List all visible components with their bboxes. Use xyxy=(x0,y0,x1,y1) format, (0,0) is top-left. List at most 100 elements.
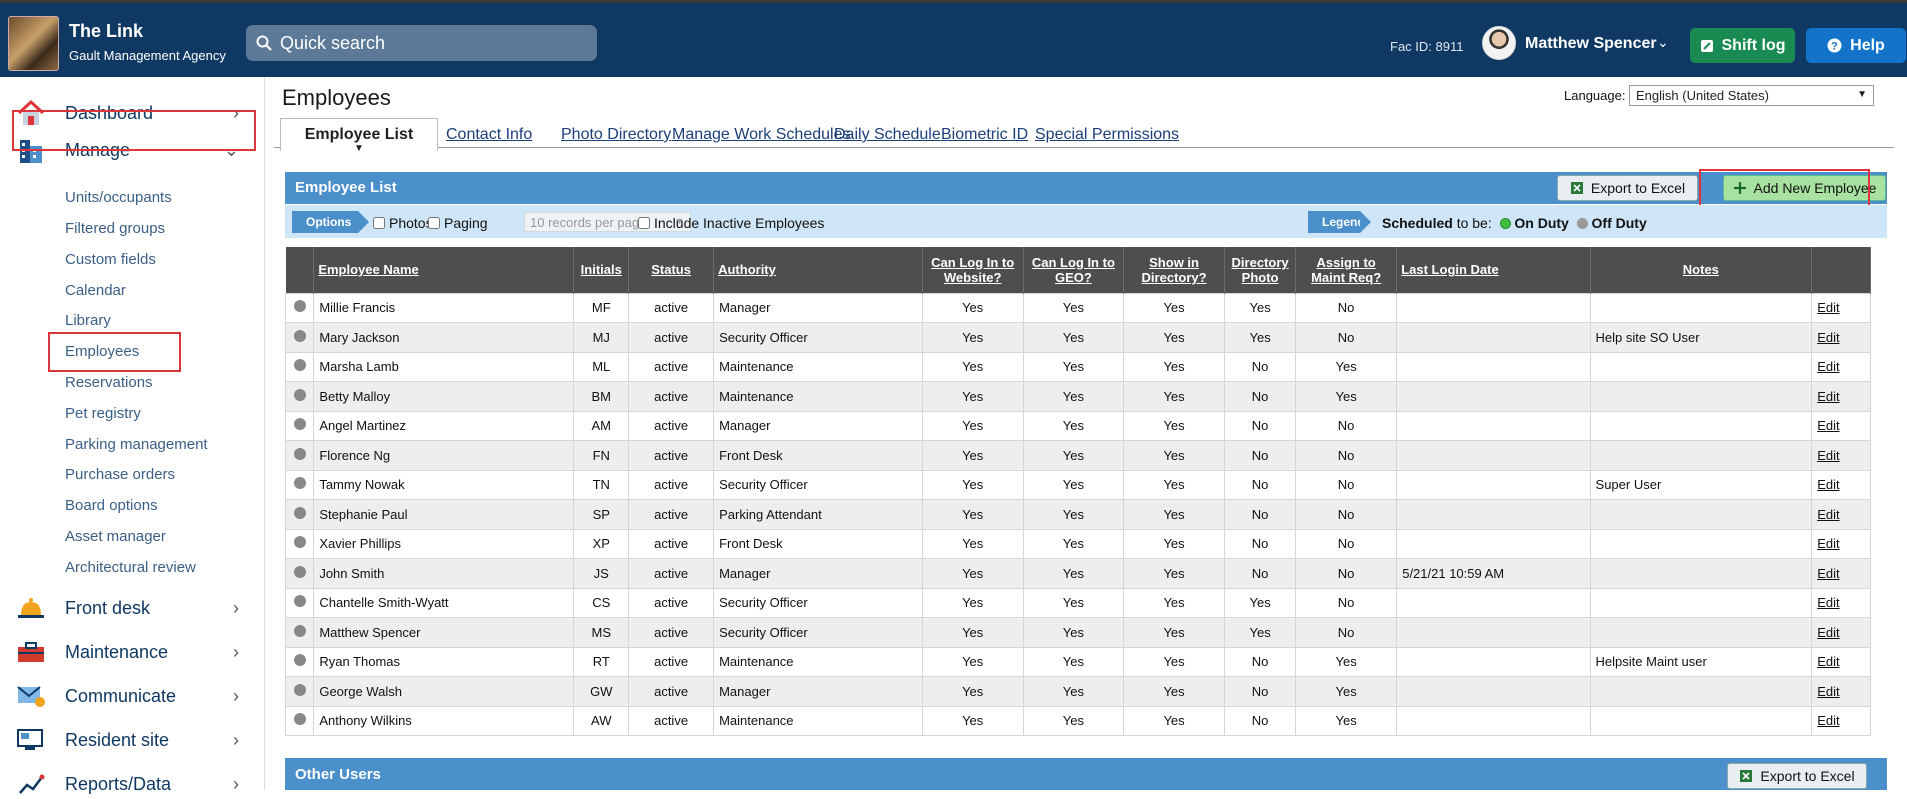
sidebar-item-communicate[interactable]: Communicate › xyxy=(16,681,241,711)
table-cell xyxy=(1396,676,1591,707)
include-inactive-checkbox[interactable]: Include Inactive Employees xyxy=(638,215,824,231)
off-duty-dot-icon xyxy=(293,359,306,372)
edit-link[interactable]: Edit xyxy=(1811,676,1871,707)
sidebar-sub-reservations[interactable]: Reservations xyxy=(65,374,153,391)
col-employee-name[interactable]: Employee Name xyxy=(313,247,575,293)
col-initials[interactable]: Initials xyxy=(573,247,630,293)
tab-contact-info[interactable]: Contact Info xyxy=(446,126,532,144)
edit-link[interactable]: Edit xyxy=(1811,469,1871,500)
sidebar-sub-library[interactable]: Library xyxy=(65,312,111,329)
photos-checkbox[interactable]: Photos xyxy=(373,215,433,231)
table-cell: active xyxy=(628,381,715,412)
sidebar-sub-calendar[interactable]: Calendar xyxy=(65,282,126,299)
table-row: Chantelle Smith-Wyatt CS active Security Of… xyxy=(284,587,1871,618)
tab-biometric-id[interactable]: Biometric ID xyxy=(941,126,1028,144)
table-cell: No xyxy=(1224,528,1297,559)
language-select[interactable]: English (United States) ▼ xyxy=(1629,85,1874,106)
table-cell: Yes xyxy=(921,499,1024,530)
table-cell: Yes xyxy=(921,617,1024,648)
edit-link[interactable]: Edit xyxy=(1811,617,1871,648)
sidebar-item-reports[interactable]: Reports/Data › xyxy=(16,769,241,799)
tab-special-permissions[interactable]: Special Permissions xyxy=(1035,126,1179,144)
export-to-excel-button[interactable]: Export to Excel xyxy=(1557,175,1698,201)
col-notes[interactable]: Notes xyxy=(1590,247,1813,293)
table-cell: Yes xyxy=(1122,617,1226,648)
edit-link[interactable]: Edit xyxy=(1811,351,1871,382)
tab-photo-directory[interactable]: Photo Directory xyxy=(561,126,671,144)
sidebar-item-front-desk[interactable]: Front desk › xyxy=(16,593,241,623)
sidebar-label: Maintenance xyxy=(65,641,169,662)
edit-link[interactable]: Edit xyxy=(1811,558,1871,589)
table-cell: Security Officer xyxy=(713,469,923,500)
sidebar-sub-purchase-orders[interactable]: Purchase orders xyxy=(65,466,175,483)
col-status[interactable]: Status xyxy=(628,247,715,293)
off-duty-dot-icon xyxy=(293,536,306,549)
table-cell: Yes xyxy=(1122,292,1226,323)
include-inactive-input[interactable] xyxy=(638,217,650,229)
table-cell: AM xyxy=(573,410,630,441)
sidebar-sub-custom-fields[interactable]: Custom fields xyxy=(65,251,156,268)
sidebar-sub-board-options[interactable]: Board options xyxy=(65,497,158,514)
table-cell: FN xyxy=(573,440,630,471)
col-directory[interactable]: Show in Directory? xyxy=(1123,247,1226,293)
table-cell: No xyxy=(1224,646,1297,677)
paging-checkbox[interactable]: Paging xyxy=(428,215,488,231)
user-name-menu[interactable]: Matthew Spencer xyxy=(1525,35,1657,53)
edit-link[interactable]: Edit xyxy=(1811,440,1871,471)
off-duty-dot-icon xyxy=(293,388,306,401)
edit-link[interactable]: Edit xyxy=(1811,499,1871,530)
sidebar-sub-filtered-groups[interactable]: Filtered groups xyxy=(65,220,165,237)
other-export-to-excel-button[interactable]: Export to Excel xyxy=(1727,763,1867,789)
chevron-right-icon: › xyxy=(233,641,239,662)
table-cell: Yes xyxy=(1022,351,1124,382)
sidebar-label: Communicate xyxy=(65,685,177,706)
app-logo[interactable] xyxy=(8,16,59,71)
col-last-login[interactable]: Last Login Date xyxy=(1396,247,1591,293)
edit-link[interactable]: Edit xyxy=(1811,292,1871,323)
table-cell: TN xyxy=(573,469,630,500)
sidebar-sub-pet-registry[interactable]: Pet registry xyxy=(65,405,141,422)
table-cell: Maintenance xyxy=(713,705,923,736)
edit-link[interactable]: Edit xyxy=(1811,528,1871,559)
table-cell: Yes xyxy=(1122,646,1226,677)
sidebar-sub-asset-manager[interactable]: Asset manager xyxy=(65,528,166,545)
edit-link[interactable]: Edit xyxy=(1811,587,1871,618)
table-cell xyxy=(1396,292,1591,323)
chevron-right-icon: › xyxy=(233,597,239,618)
highlight-box-manage xyxy=(12,110,256,151)
sidebar-sub-architectural-review[interactable]: Architectural review xyxy=(65,559,196,576)
table-cell: Yes xyxy=(921,558,1024,589)
help-button[interactable]: ? Help xyxy=(1806,28,1906,63)
table-cell xyxy=(1589,617,1813,648)
chevron-down-icon[interactable]: ⌄ xyxy=(1657,34,1669,51)
quick-search-input[interactable]: Quick search xyxy=(246,25,597,61)
panel-title: Employee List xyxy=(295,179,397,196)
table-cell: George Walsh xyxy=(313,676,575,707)
edit-link[interactable]: Edit xyxy=(1811,322,1871,353)
tab-manage-work-schedules[interactable]: Manage Work Schedules xyxy=(672,126,850,144)
tab-employee-list[interactable]: Employee List ▼ xyxy=(280,118,438,154)
col-directory-photo[interactable]: Directory Photo xyxy=(1224,247,1297,293)
table-cell: MJ xyxy=(573,322,630,353)
col-website[interactable]: Can Log In to Website? xyxy=(922,247,1024,293)
sidebar-item-resident-site[interactable]: Resident site › xyxy=(16,725,241,755)
photos-checkbox-input[interactable] xyxy=(373,217,385,229)
sidebar-item-maintenance[interactable]: Maintenance › xyxy=(16,637,241,667)
sidebar-sub-parking[interactable]: Parking management xyxy=(65,436,208,453)
col-geo[interactable]: Can Log In to GEO? xyxy=(1023,247,1124,293)
options-tag: Options xyxy=(292,211,369,233)
edit-link[interactable]: Edit xyxy=(1811,381,1871,412)
edit-link[interactable]: Edit xyxy=(1811,705,1871,736)
sidebar-sub-units[interactable]: Units/occupants xyxy=(65,189,172,206)
export-label: Export to Excel xyxy=(1590,180,1686,196)
col-maint-req[interactable]: Assign to Maint Req? xyxy=(1295,247,1398,293)
shift-log-button[interactable]: Shift log xyxy=(1690,28,1795,63)
paging-checkbox-input[interactable] xyxy=(428,217,440,229)
user-avatar[interactable] xyxy=(1482,26,1516,60)
col-authority[interactable]: Authority xyxy=(713,247,923,293)
table-cell xyxy=(1396,322,1591,353)
edit-link[interactable]: Edit xyxy=(1811,410,1871,441)
tab-daily-schedule[interactable]: Daily Schedule xyxy=(834,126,941,144)
toolbox-icon xyxy=(16,637,46,667)
edit-link[interactable]: Edit xyxy=(1811,646,1871,677)
